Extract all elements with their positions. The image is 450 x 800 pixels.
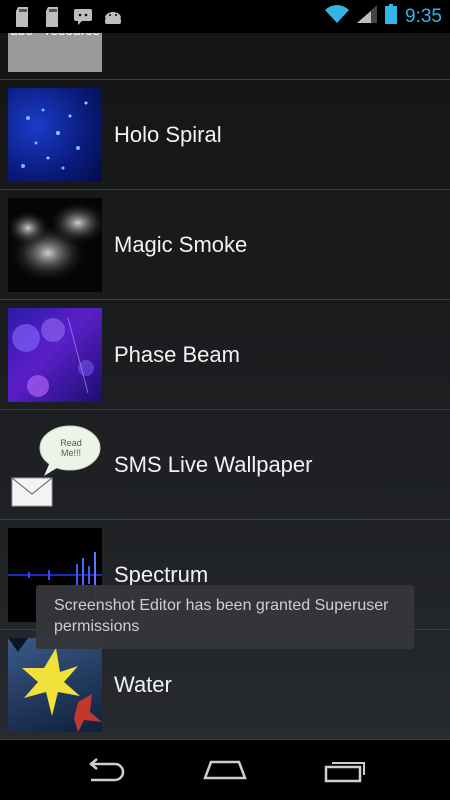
holo-spiral-thumbnail	[8, 88, 102, 182]
wallpaper-label: SMS Live Wallpaper	[114, 452, 313, 477]
battery-icon	[385, 4, 398, 29]
recent-apps-button[interactable]	[315, 750, 375, 790]
back-button[interactable]	[75, 750, 135, 790]
wallpaper-label: Phase Beam	[114, 342, 240, 367]
toast-message: Screenshot Editor has been granted Super…	[36, 585, 414, 649]
wifi-icon	[325, 5, 350, 28]
list-item-sms-live-wallpaper[interactable]: Read Me!!! SMS Live Wallpaper	[0, 410, 450, 520]
clock: 9:35	[405, 5, 442, 27]
home-button[interactable]	[195, 750, 255, 790]
android-icon	[102, 6, 124, 28]
status-bar: 9:35	[0, 0, 450, 33]
list-item-holo-spiral[interactable]: Holo Spiral	[0, 80, 450, 190]
signal-icon	[357, 5, 378, 28]
wallpaper-label: Holo Spiral	[114, 122, 222, 147]
water-thumbnail	[8, 638, 102, 732]
magic-smoke-thumbnail	[8, 198, 102, 292]
list-item-magic-smoke[interactable]: Magic Smoke	[0, 190, 450, 300]
sd-card-icon	[42, 6, 64, 28]
recent-apps-icon	[324, 762, 365, 783]
back-icon	[89, 758, 125, 782]
navigation-bar	[0, 740, 450, 800]
message-icon	[72, 6, 94, 28]
phase-beam-thumbnail	[8, 308, 102, 402]
sms-bubble-text: Read Me!!!	[60, 438, 82, 458]
wallpaper-label: Magic Smoke	[114, 232, 248, 257]
sms-live-wallpaper-thumbnail: Read Me!!!	[8, 418, 102, 512]
home-icon	[203, 760, 247, 780]
sd-card-icon	[12, 6, 34, 28]
list-item-phase-beam[interactable]: Phase Beam	[0, 300, 450, 410]
